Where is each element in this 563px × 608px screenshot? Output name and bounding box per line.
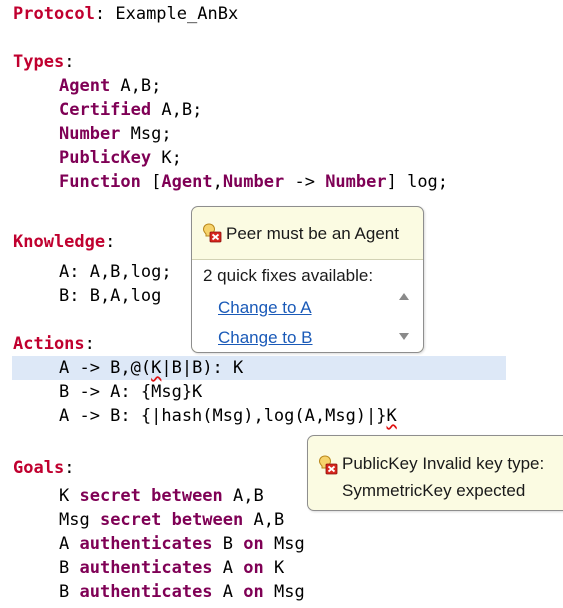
code-text: A bbox=[59, 534, 80, 554]
action-line-2[interactable]: B -> A: {Msg}K bbox=[59, 380, 202, 404]
goals-keyword: Goals bbox=[13, 458, 65, 478]
types-keyword: Types bbox=[13, 52, 65, 72]
type-line-agent[interactable]: Agent A,B; bbox=[59, 74, 161, 98]
actions-header[interactable]: Actions: bbox=[13, 332, 95, 356]
type-keyword: Number bbox=[222, 172, 285, 192]
quick-fix-message: Peer must be an Agent bbox=[226, 224, 399, 243]
code-text: K bbox=[263, 558, 285, 578]
code-text: Msg bbox=[59, 510, 100, 530]
code-text: B bbox=[59, 582, 80, 602]
type-value: A,B; bbox=[110, 76, 162, 96]
type-keyword: Number bbox=[325, 172, 387, 192]
goal-keyword: on bbox=[243, 582, 264, 602]
quick-fix-change-to-a[interactable]: Change to A bbox=[218, 298, 312, 318]
code-text: K bbox=[59, 486, 80, 506]
goal-keyword: on bbox=[243, 558, 264, 578]
code-text: A bbox=[212, 582, 244, 602]
error-bulb-icon bbox=[202, 223, 222, 248]
error-bulb-icon bbox=[318, 455, 338, 480]
protocol-line[interactable]: Protocol: Example_AnBx bbox=[13, 2, 238, 26]
colon: : bbox=[64, 458, 75, 478]
goal-keyword: authenticates bbox=[79, 558, 213, 578]
type-line-number[interactable]: Number Msg; bbox=[59, 122, 172, 146]
goal-line-2[interactable]: Msg secret between A,B bbox=[59, 508, 284, 532]
quick-fix-header: Peer must be an Agent bbox=[192, 207, 423, 259]
goal-keyword: secret between bbox=[79, 486, 223, 506]
code-text: -> bbox=[284, 172, 326, 192]
type-keyword: Agent bbox=[59, 76, 111, 96]
type-keyword: PublicKey bbox=[59, 148, 152, 168]
quick-fix-list[interactable]: 2 quick fixes available: Change to A Cha… bbox=[192, 260, 423, 352]
type-keyword: Agent bbox=[161, 172, 213, 192]
goal-line-3[interactable]: A authenticates B on Msg bbox=[59, 532, 305, 556]
types-header[interactable]: Types: bbox=[13, 50, 74, 74]
tooltip-line-2: SymmetricKey expected bbox=[342, 481, 526, 500]
code-text: Msg bbox=[263, 582, 305, 602]
type-keyword: Number bbox=[59, 124, 121, 144]
type-line-certified[interactable]: Certified A,B; bbox=[59, 98, 202, 122]
code-text: B bbox=[212, 534, 244, 554]
type-keyword: Function bbox=[59, 172, 141, 192]
type-value: K; bbox=[151, 148, 182, 168]
goals-header[interactable]: Goals: bbox=[13, 456, 74, 480]
type-line-function[interactable]: Function [Agent,Number -> Number] log; bbox=[59, 170, 448, 194]
knowledge-header[interactable]: Knowledge: bbox=[13, 230, 115, 254]
goal-keyword: authenticates bbox=[79, 582, 213, 602]
scroll-down-arrow-icon[interactable] bbox=[399, 333, 409, 340]
type-value: A,B; bbox=[151, 100, 203, 120]
knowledge-line-b[interactable]: B: B,A,log bbox=[59, 284, 161, 308]
code-text: A,B bbox=[222, 486, 264, 506]
actions-keyword: Actions bbox=[13, 334, 85, 354]
error-marker[interactable]: K bbox=[151, 358, 161, 378]
type-keyword: Certified bbox=[59, 100, 152, 120]
type-value: Msg; bbox=[120, 124, 172, 144]
knowledge-keyword: Knowledge bbox=[13, 232, 106, 252]
quick-fix-scrollbar[interactable] bbox=[395, 287, 413, 349]
code-text: Msg bbox=[263, 534, 305, 554]
protocol-name: : Example_AnBx bbox=[94, 4, 239, 24]
quick-fix-count: 2 quick fixes available: bbox=[203, 266, 374, 285]
code-text: B bbox=[59, 558, 80, 578]
code-text: |B|B): K bbox=[161, 358, 244, 378]
error-tooltip: PublicKey Invalid key type: SymmetricKey… bbox=[307, 435, 563, 511]
colon: : bbox=[105, 232, 116, 252]
goal-keyword: authenticates bbox=[79, 534, 213, 554]
action-line-1[interactable]: A -> B,@(K|B|B): K bbox=[59, 356, 243, 380]
goal-line-5[interactable]: B authenticates A on Msg bbox=[59, 580, 305, 604]
colon: : bbox=[64, 52, 75, 72]
code-text: , bbox=[212, 172, 223, 192]
knowledge-line-a[interactable]: A: A,B,log; bbox=[59, 260, 172, 284]
code-text: A,B bbox=[243, 510, 285, 530]
tooltip-line-1: PublicKey Invalid key type: bbox=[342, 454, 545, 473]
code-text: A bbox=[212, 558, 244, 578]
code-text: [ bbox=[140, 172, 162, 192]
goal-keyword: secret between bbox=[99, 510, 244, 530]
goal-line-1[interactable]: K secret between A,B bbox=[59, 484, 264, 508]
action-line-3[interactable]: A -> B: {|hash(Msg),log(A,Msg)|}K bbox=[59, 404, 397, 428]
code-text: A -> B,@( bbox=[59, 358, 152, 378]
colon: : bbox=[84, 334, 95, 354]
type-line-publickey[interactable]: PublicKey K; bbox=[59, 146, 182, 170]
code-text: ] log; bbox=[386, 172, 449, 192]
goal-keyword: on bbox=[243, 534, 264, 554]
protocol-keyword: Protocol bbox=[13, 4, 95, 24]
error-marker[interactable]: K bbox=[387, 406, 397, 426]
goal-line-4[interactable]: B authenticates A on K bbox=[59, 556, 284, 580]
quick-fix-popup[interactable]: Peer must be an Agent 2 quick fixes avai… bbox=[191, 206, 424, 353]
code-text: A -> B: {|hash(Msg),log(A,Msg)|} bbox=[59, 406, 387, 426]
quick-fix-change-to-b[interactable]: Change to B bbox=[218, 328, 313, 348]
scroll-up-arrow-icon[interactable] bbox=[399, 293, 409, 300]
